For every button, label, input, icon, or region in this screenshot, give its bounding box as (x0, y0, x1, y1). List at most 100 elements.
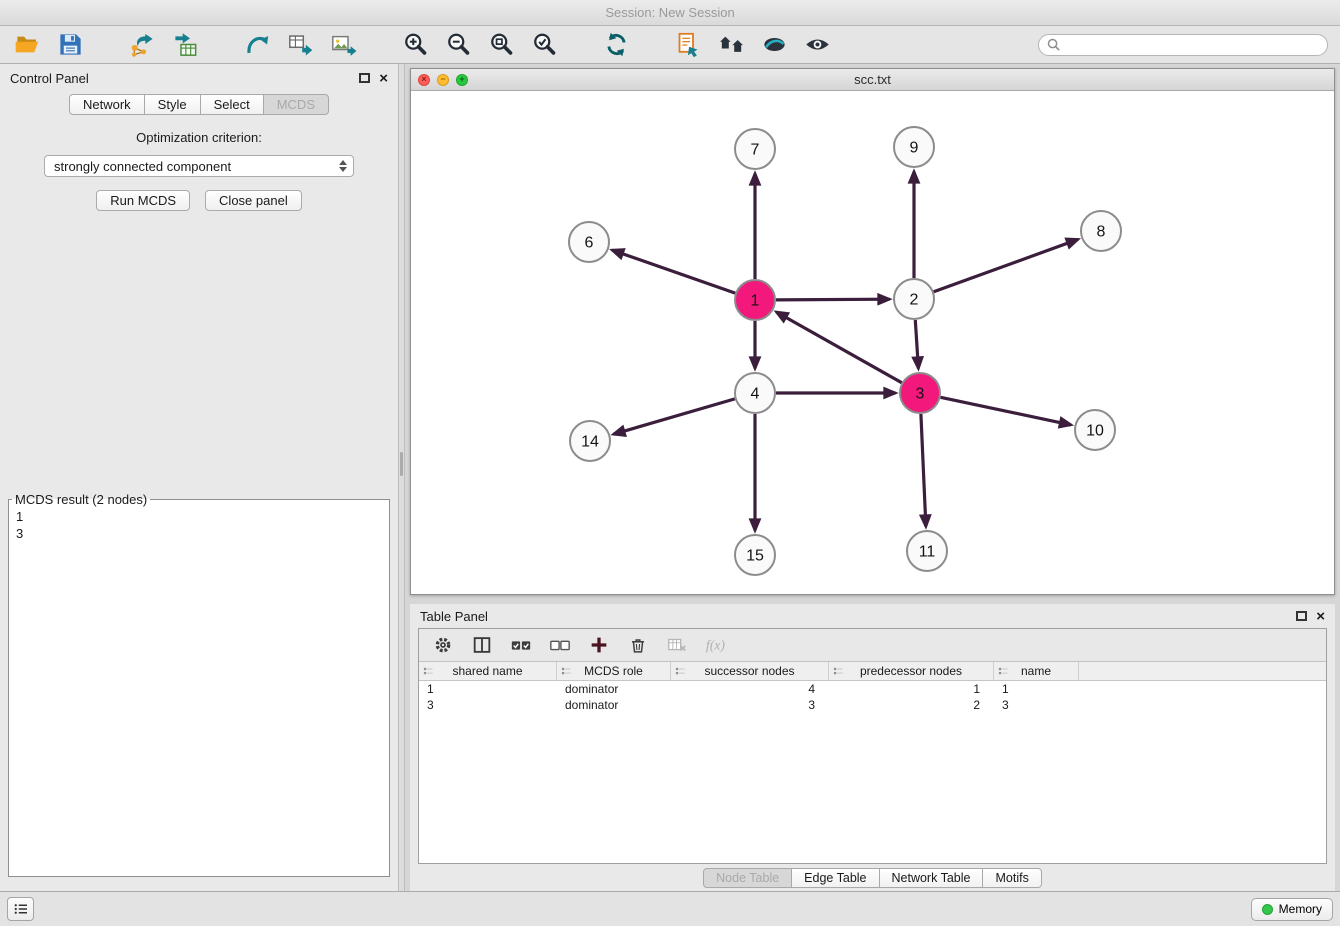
node-label: 6 (585, 235, 594, 252)
show-details-button[interactable] (802, 30, 832, 60)
tab-mcds[interactable]: MCDS (263, 94, 329, 115)
column-label: name (1021, 664, 1051, 678)
node-label: 7 (751, 142, 760, 159)
run-mcds-button[interactable]: Run MCDS (96, 190, 190, 211)
search-box[interactable] (1038, 34, 1328, 56)
zoom-out-icon (445, 31, 472, 58)
memory-button[interactable]: Memory (1251, 898, 1333, 921)
column-header-shared-name[interactable]: shared name (419, 662, 557, 680)
node-3[interactable]: 3 (900, 373, 940, 413)
edge-3-1[interactable] (776, 312, 901, 383)
open-file-button[interactable] (12, 30, 42, 60)
node-10[interactable]: 10 (1075, 410, 1115, 450)
table-tab-motifs[interactable]: Motifs (982, 868, 1041, 888)
apply-style-button[interactable] (759, 30, 789, 60)
window-titlebar: Session: New Session (0, 0, 1340, 26)
table-body: 1dominator4113dominator323 (419, 681, 1326, 863)
show-details-icon (804, 31, 831, 58)
node-2[interactable]: 2 (894, 279, 934, 319)
column-label: predecessor nodes (860, 664, 962, 678)
node-1[interactable]: 1 (735, 280, 775, 320)
minimize-window-button[interactable]: − (437, 74, 449, 86)
close-panel-icon[interactable]: × (379, 71, 388, 86)
node-7[interactable]: 7 (735, 129, 775, 169)
zoom-selected-button[interactable] (529, 30, 559, 60)
close-window-button[interactable]: × (418, 74, 430, 86)
network-window-titlebar: × − + scc.txt (411, 69, 1334, 91)
float-panel-icon[interactable] (359, 73, 370, 83)
optimization-criterion-select[interactable]: strongly connected component (44, 155, 354, 177)
sort-icon (423, 666, 434, 677)
table-tabs: Node TableEdge TableNetwork TableMotifs (410, 864, 1335, 891)
column-header-predecessor-nodes[interactable]: predecessor nodes (829, 662, 994, 680)
table-tab-node-table[interactable]: Node Table (703, 868, 792, 888)
tab-select[interactable]: Select (200, 94, 264, 115)
copy-style-button[interactable] (673, 30, 703, 60)
zoom-out-button[interactable] (443, 30, 473, 60)
mcds-result-label: MCDS result (2 nodes) (12, 492, 150, 507)
export-image-icon (330, 31, 357, 58)
home-layout-button[interactable] (716, 30, 746, 60)
edge-3-11[interactable] (921, 414, 926, 527)
divider-thumb[interactable] (400, 452, 403, 476)
close-panel-button[interactable]: Close panel (205, 190, 302, 211)
save-session-button[interactable] (55, 30, 85, 60)
node-9[interactable]: 9 (894, 127, 934, 167)
tab-style[interactable]: Style (144, 94, 201, 115)
node-label: 9 (910, 140, 919, 157)
tab-network[interactable]: Network (69, 94, 145, 115)
task-history-button[interactable] (7, 897, 34, 921)
zoom-window-button[interactable]: + (456, 74, 468, 86)
zoom-in-button[interactable] (400, 30, 430, 60)
delete-table-icon (666, 634, 688, 656)
export-image-button[interactable] (328, 30, 358, 60)
node-label: 2 (910, 292, 919, 309)
node-11[interactable]: 11 (907, 531, 947, 571)
delete-button[interactable] (624, 632, 651, 659)
select-all-icon (510, 634, 532, 656)
import-network-button[interactable] (127, 30, 157, 60)
node-15[interactable]: 15 (735, 535, 775, 575)
add-button[interactable] (585, 632, 612, 659)
import-table-icon (172, 31, 199, 58)
edge-4-14[interactable] (614, 399, 735, 434)
column-layout-icon (471, 634, 493, 656)
close-table-panel-icon[interactable]: × (1316, 609, 1325, 624)
mcds-result-box[interactable]: MCDS result (2 nodes) 1 3 (8, 492, 390, 877)
table-header-row: shared nameMCDS rolesuccessor nodes prede… (419, 662, 1326, 681)
column-header-name[interactable]: name (994, 662, 1079, 680)
column-header-mcds-role[interactable]: MCDS role (557, 662, 671, 680)
table-tab-edge-table[interactable]: Edge Table (791, 868, 879, 888)
column-layout-button[interactable] (468, 632, 495, 659)
table-row[interactable]: 3dominator323 (419, 697, 1326, 713)
delete-icon (627, 634, 649, 656)
control-panel-tabs: NetworkStyleSelectMCDS (0, 94, 398, 115)
edge-2-8[interactable] (934, 239, 1078, 291)
table-row[interactable]: 1dominator411 (419, 681, 1326, 697)
panel-divider[interactable] (398, 64, 405, 891)
edge-1-6[interactable] (612, 250, 735, 293)
float-table-panel-icon[interactable] (1296, 611, 1307, 621)
node-14[interactable]: 14 (570, 421, 610, 461)
network-from-table-button[interactable] (285, 30, 315, 60)
node-6[interactable]: 6 (569, 222, 609, 262)
refresh-layout-button[interactable] (601, 30, 631, 60)
network-canvas[interactable]: 7 9 6 8 1 2 4 3 10 14 15 11 (411, 91, 1334, 594)
column-header-successor-nodes[interactable]: successor nodes (671, 662, 829, 680)
node-8[interactable]: 8 (1081, 211, 1121, 251)
import-table-button[interactable] (170, 30, 200, 60)
cell-name: 1 (994, 682, 1079, 696)
edge-1-2[interactable] (776, 299, 890, 300)
edge-3-10[interactable] (941, 397, 1072, 425)
clone-network-button[interactable] (242, 30, 272, 60)
node-4[interactable]: 4 (735, 373, 775, 413)
delete-table-button[interactable] (663, 632, 690, 659)
function-builder-button[interactable] (702, 632, 729, 659)
select-all-button[interactable] (507, 632, 534, 659)
search-input[interactable] (1065, 38, 1319, 52)
edge-2-3[interactable] (915, 320, 918, 369)
deselect-all-button[interactable] (546, 632, 573, 659)
settings-button[interactable] (429, 632, 456, 659)
zoom-fit-button[interactable] (486, 30, 516, 60)
table-tab-network-table[interactable]: Network Table (879, 868, 984, 888)
